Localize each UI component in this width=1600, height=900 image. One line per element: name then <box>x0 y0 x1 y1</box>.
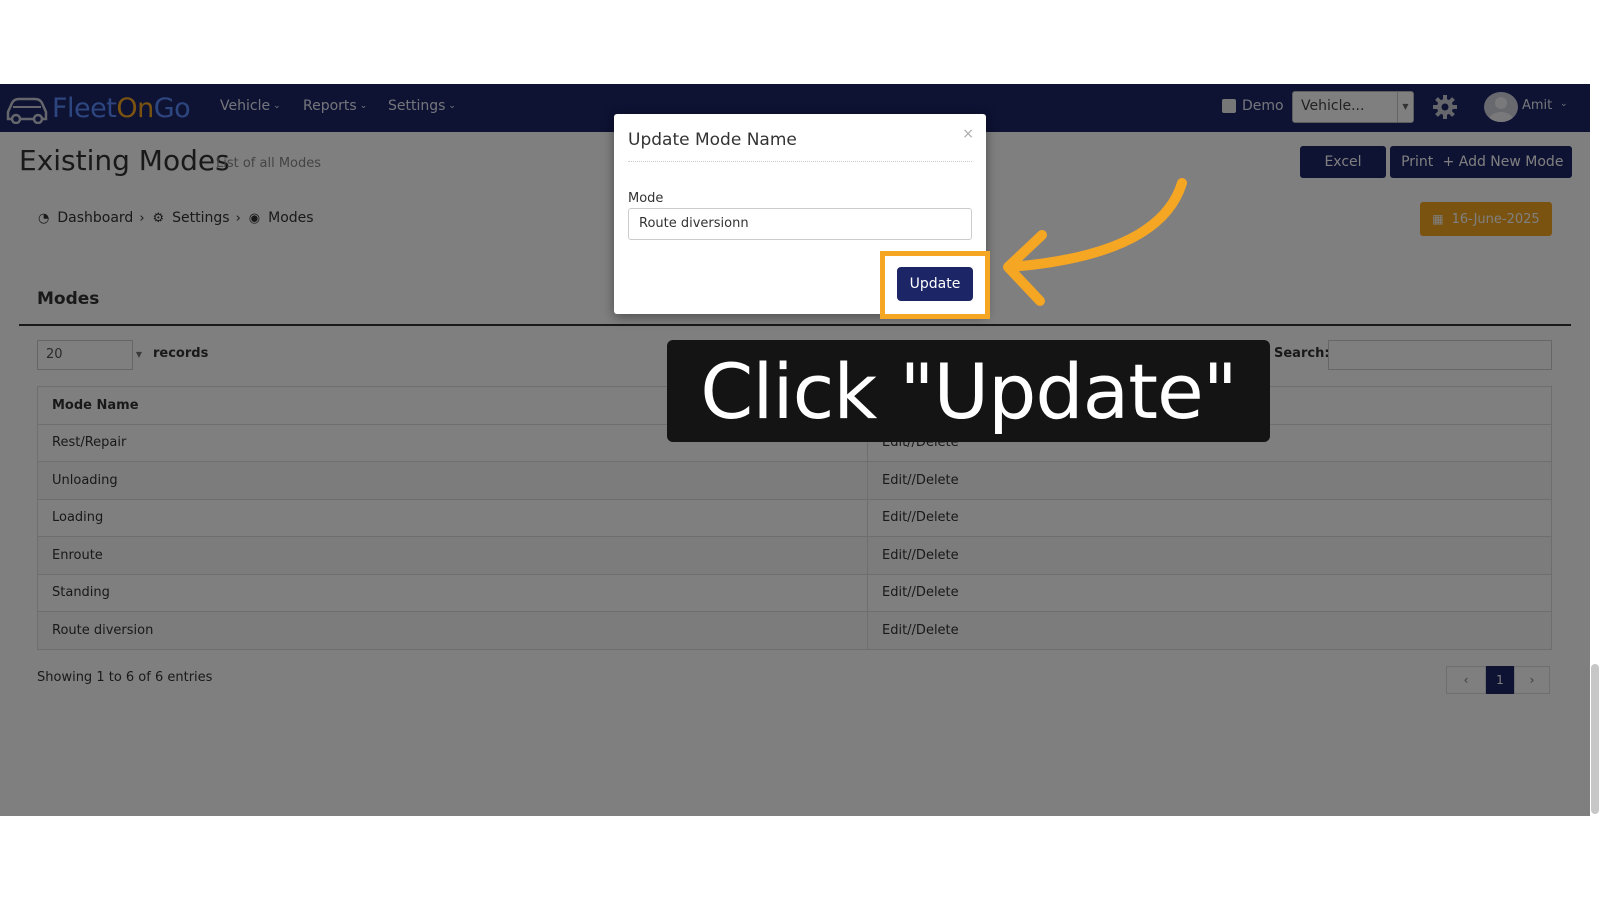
mode-field-label: Mode <box>628 191 664 206</box>
scrollbar-thumb[interactable] <box>1591 664 1599 814</box>
dialog-divider <box>628 161 972 162</box>
dialog-title: Update Mode Name <box>628 130 797 150</box>
instruction-callout: Click "Update" <box>667 340 1270 442</box>
instruction-text: Click "Update" <box>700 346 1237 436</box>
close-icon[interactable]: × <box>962 126 974 142</box>
page-scrollbar[interactable] <box>1590 84 1600 816</box>
mode-name-field[interactable]: Route diversionn <box>628 208 972 240</box>
screen: FleetOnGo Vehicle⌄ Reports⌄ Settings⌄ De… <box>0 0 1600 900</box>
update-button[interactable]: Update <box>897 267 973 301</box>
pointer-arrow-icon <box>1003 178 1187 306</box>
